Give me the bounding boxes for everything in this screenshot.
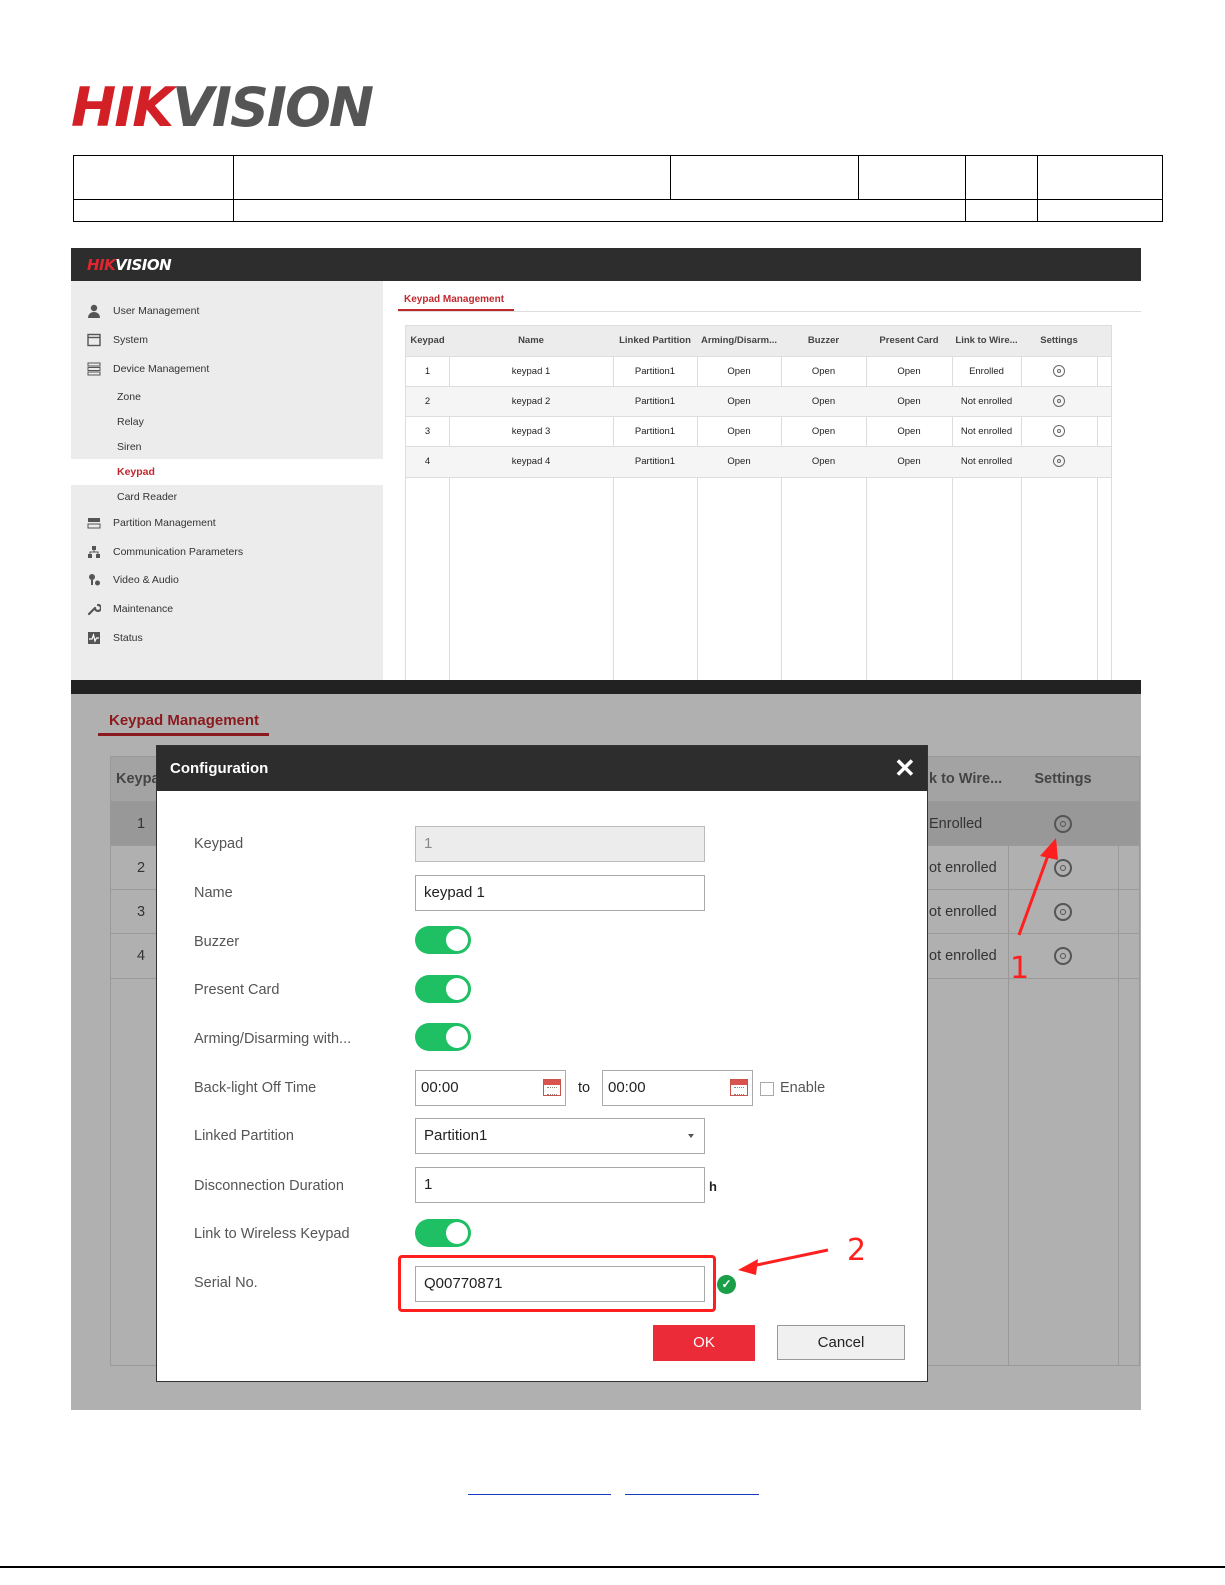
arrow-to-serial: [751, 1248, 829, 1268]
footer-link-1[interactable]: [468, 1482, 611, 1495]
arrow-to-settings-gear: [1017, 849, 1052, 936]
footer-link-2[interactable]: [625, 1482, 759, 1495]
step-2-label: 2: [847, 1233, 867, 1268]
arrow-head: [1040, 838, 1058, 860]
page-bottom-rule: [0, 1566, 1225, 1568]
step-1-label: 1: [1010, 951, 1030, 986]
annotation-arrows: [738, 838, 1058, 1275]
arrow-head: [738, 1259, 758, 1275]
